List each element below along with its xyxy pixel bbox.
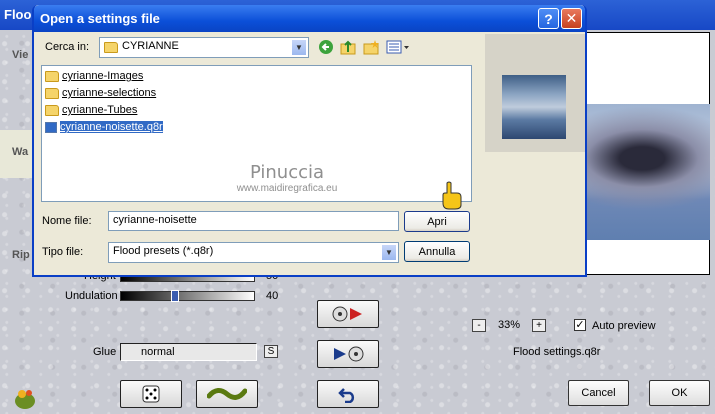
list-item[interactable]: cyrianne-selections <box>45 85 156 101</box>
file-name: cyrianne-noisette.q8r <box>60 121 163 133</box>
new-folder-icon[interactable] <box>363 39 380 59</box>
undo-button[interactable] <box>317 380 379 408</box>
randomize-button[interactable] <box>120 380 182 408</box>
close-button[interactable]: ✕ <box>561 8 582 29</box>
back-icon[interactable] <box>318 39 335 59</box>
wave-icon <box>207 388 247 400</box>
glue-lock-button[interactable]: S <box>264 345 278 358</box>
side-label-ripple: Rip <box>12 249 30 261</box>
cancel-button[interactable]: Annulla <box>404 241 470 262</box>
lookin-label: Cerca in: <box>45 41 90 53</box>
file-name: cyrianne-Tubes <box>62 104 138 116</box>
zoom-in-button[interactable]: + <box>532 319 546 332</box>
zoom-value: 33% <box>498 319 521 331</box>
file-icon <box>45 121 57 133</box>
list-item[interactable]: cyrianne-Images <box>45 68 143 84</box>
undulation-value: 40 <box>266 290 279 302</box>
side-label-view: Vie <box>12 49 29 61</box>
hand-cursor-icon <box>441 181 463 214</box>
undulation-label: Undulation <box>65 290 118 302</box>
undulation-slider[interactable] <box>120 290 255 302</box>
app-title: Floo <box>4 7 32 22</box>
file-name: cyrianne-Images <box>62 70 144 82</box>
filetype-combo[interactable]: Flood presets (*.q8r) ▼ <box>108 242 399 263</box>
glue-label: Glue <box>93 346 117 358</box>
disc-play-icon <box>332 306 362 322</box>
undo-icon <box>338 388 355 403</box>
chevron-down-icon[interactable]: ▼ <box>381 244 397 261</box>
side-label-wave: Wa <box>12 146 29 158</box>
zoom-out-button[interactable]: - <box>472 319 486 332</box>
view-menu-icon[interactable] <box>386 39 410 59</box>
wave-button[interactable] <box>196 380 258 408</box>
dialog-title: Open a settings file <box>40 11 160 26</box>
play-forward-button[interactable] <box>317 300 379 328</box>
folder-icon <box>45 70 59 82</box>
filetype-value: Flood presets (*.q8r) <box>113 245 214 257</box>
app-logo-icon <box>12 385 38 414</box>
open-button[interactable]: Apri <box>404 211 470 232</box>
file-list[interactable]: cyrianne-Images cyrianne-selections cyri… <box>41 65 472 202</box>
auto-preview-checkbox[interactable]: ✓ <box>574 319 586 331</box>
cancel-button[interactable]: Cancel <box>568 380 629 406</box>
glue-field[interactable]: normal <box>120 343 257 361</box>
preview-thumbnail <box>502 75 566 139</box>
folder-icon <box>104 42 118 53</box>
watermark-url: www.maidiregrafica.eu <box>236 183 338 194</box>
play-back-button[interactable] <box>317 340 379 368</box>
file-name: cyrianne-selections <box>62 87 157 99</box>
folder-icon <box>45 87 59 99</box>
chevron-down-icon[interactable]: ▼ <box>291 39 307 56</box>
dice-icon <box>142 385 160 403</box>
dialog-titlebar: Open a settings file <box>34 5 585 32</box>
lookin-value: CYRIANNE <box>122 40 179 52</box>
ok-button[interactable]: OK <box>649 380 710 406</box>
filename-input[interactable]: cyrianne-noisette <box>108 211 399 231</box>
auto-preview-label: Auto preview <box>592 320 656 332</box>
folder-icon <box>45 104 59 116</box>
play-disc-icon <box>334 346 364 362</box>
filename-label: Nome file: <box>42 215 92 227</box>
settings-filename: Flood settings.q8r <box>513 346 601 358</box>
help-button[interactable]: ? <box>538 8 559 29</box>
lookin-combo[interactable]: CYRIANNE ▼ <box>99 37 309 58</box>
watermark-name: Pinuccia <box>249 162 325 183</box>
up-folder-icon[interactable] <box>340 39 357 59</box>
open-settings-dialog: Open a settings file ? ✕ Cerca in: CYRIA… <box>32 5 587 277</box>
list-item-selected[interactable]: cyrianne-noisette.q8r <box>45 119 163 135</box>
filetype-label: Tipo file: <box>42 246 84 258</box>
undulation-slider-thumb[interactable] <box>171 290 179 302</box>
list-item[interactable]: cyrianne-Tubes <box>45 102 137 118</box>
